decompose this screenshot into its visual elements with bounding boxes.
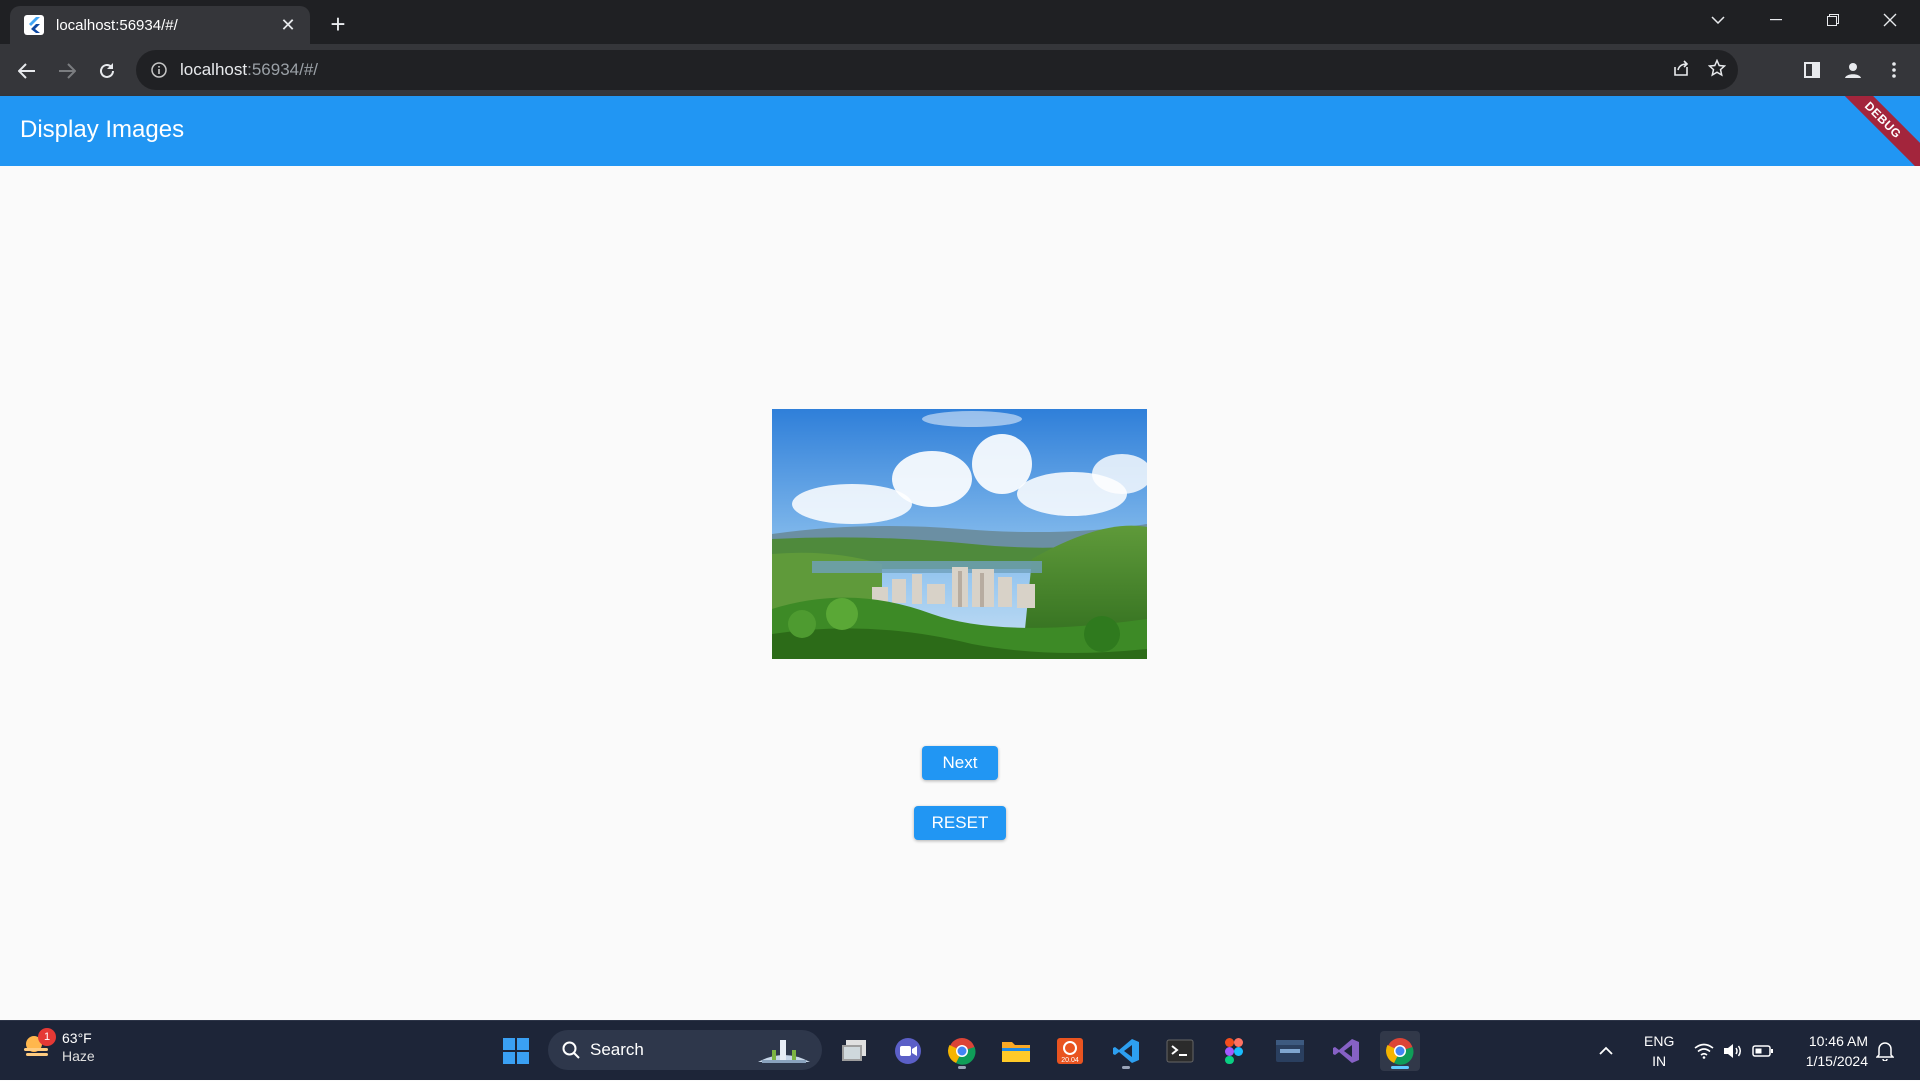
bookmark-star-icon[interactable]	[1707, 58, 1727, 82]
page-title: Display Images	[20, 116, 185, 143]
figma-icon[interactable]	[1214, 1031, 1254, 1071]
vscode-icon[interactable]	[1106, 1031, 1146, 1071]
visual-studio-icon[interactable]	[1326, 1031, 1366, 1071]
tab-close-icon[interactable]: ✕	[276, 13, 300, 37]
tab-title: localhost:56934/#/	[56, 16, 178, 34]
search-icon	[562, 1041, 580, 1059]
language-code: ENG	[1644, 1033, 1675, 1049]
notification-bell-icon[interactable]	[1876, 1021, 1894, 1081]
running-indicator	[1122, 1066, 1130, 1069]
profile-icon[interactable]	[1837, 54, 1869, 86]
file-explorer-icon[interactable]	[834, 1031, 874, 1071]
weather-haze-icon: 1	[22, 1028, 56, 1062]
landscape-image	[772, 409, 1147, 659]
battery-icon[interactable]	[1752, 1021, 1774, 1081]
flutter-favicon-icon	[24, 15, 44, 35]
show-hidden-icons-chevron-icon[interactable]	[1598, 1021, 1614, 1081]
tab-search-chevron-icon[interactable]	[1690, 0, 1746, 40]
search-label: Search	[590, 1040, 644, 1059]
address-bar[interactable]: localhost:56934/#/	[136, 50, 1738, 90]
running-indicator	[958, 1066, 966, 1069]
chrome-icon[interactable]	[942, 1031, 982, 1071]
svg-text:20.04: 20.04	[1061, 1057, 1079, 1064]
app-body: Next RESET	[0, 166, 1920, 1020]
share-icon[interactable]	[1672, 59, 1690, 82]
browser-tab-strip: localhost:56934/#/ ✕ +	[0, 0, 1920, 44]
windows-start-icon[interactable]	[496, 1031, 536, 1071]
active-indicator	[1391, 1066, 1409, 1069]
terminal-icon[interactable]	[1160, 1031, 1200, 1071]
app-bar: Display Images DEBUG	[0, 96, 1920, 166]
back-arrow-icon[interactable]	[12, 56, 42, 86]
taskbar-search[interactable]: Search	[548, 1030, 822, 1070]
weather-condition: Haze	[62, 1048, 95, 1064]
weather-widget[interactable]: 1 63°F Haze	[22, 1028, 95, 1065]
reset-button[interactable]: RESET	[914, 806, 1006, 840]
debug-banner: DEBUG	[1822, 96, 1920, 166]
new-tab-button[interactable]: +	[322, 8, 354, 40]
volume-icon[interactable]	[1723, 1021, 1743, 1081]
forward-arrow-icon[interactable]	[52, 56, 82, 86]
weather-temp: 63°F	[62, 1030, 92, 1046]
search-highlight-icon	[754, 1034, 814, 1071]
region-code: IN	[1652, 1053, 1667, 1069]
weather-badge: 1	[38, 1028, 56, 1046]
windows-taskbar: 1 63°F Haze Search 20.04 ENG IN 10:46 AM…	[0, 1020, 1920, 1080]
restore-icon[interactable]	[1805, 0, 1861, 40]
window-close-icon[interactable]	[1862, 0, 1918, 40]
wifi-icon[interactable]	[1694, 1021, 1714, 1081]
clock-date: 1/15/2024	[1805, 1053, 1868, 1069]
url-text: localhost:56934/#/	[180, 60, 319, 79]
reload-icon[interactable]	[92, 56, 122, 86]
browser-toolbar: localhost:56934/#/	[0, 44, 1920, 96]
clock-time: 10:46 AM	[1808, 1033, 1868, 1049]
system-clock[interactable]: 10:46 AM 1/15/2024	[1806, 1031, 1868, 1071]
browser-tab[interactable]: localhost:56934/#/ ✕	[10, 6, 310, 44]
chrome-active-icon[interactable]	[1380, 1031, 1420, 1071]
ubuntu-icon[interactable]: 20.04	[1050, 1031, 1090, 1071]
side-panel-icon[interactable]	[1796, 54, 1828, 86]
site-info-icon[interactable]	[150, 61, 168, 79]
folder-icon[interactable]	[996, 1031, 1036, 1071]
chrome-menu-icon[interactable]	[1878, 54, 1910, 86]
language-indicator[interactable]: ENG IN	[1644, 1031, 1674, 1071]
next-button[interactable]: Next	[922, 746, 998, 780]
minimize-icon[interactable]	[1748, 0, 1804, 40]
mysql-workbench-icon[interactable]	[1270, 1031, 1310, 1071]
zoom-icon[interactable]	[888, 1031, 928, 1071]
